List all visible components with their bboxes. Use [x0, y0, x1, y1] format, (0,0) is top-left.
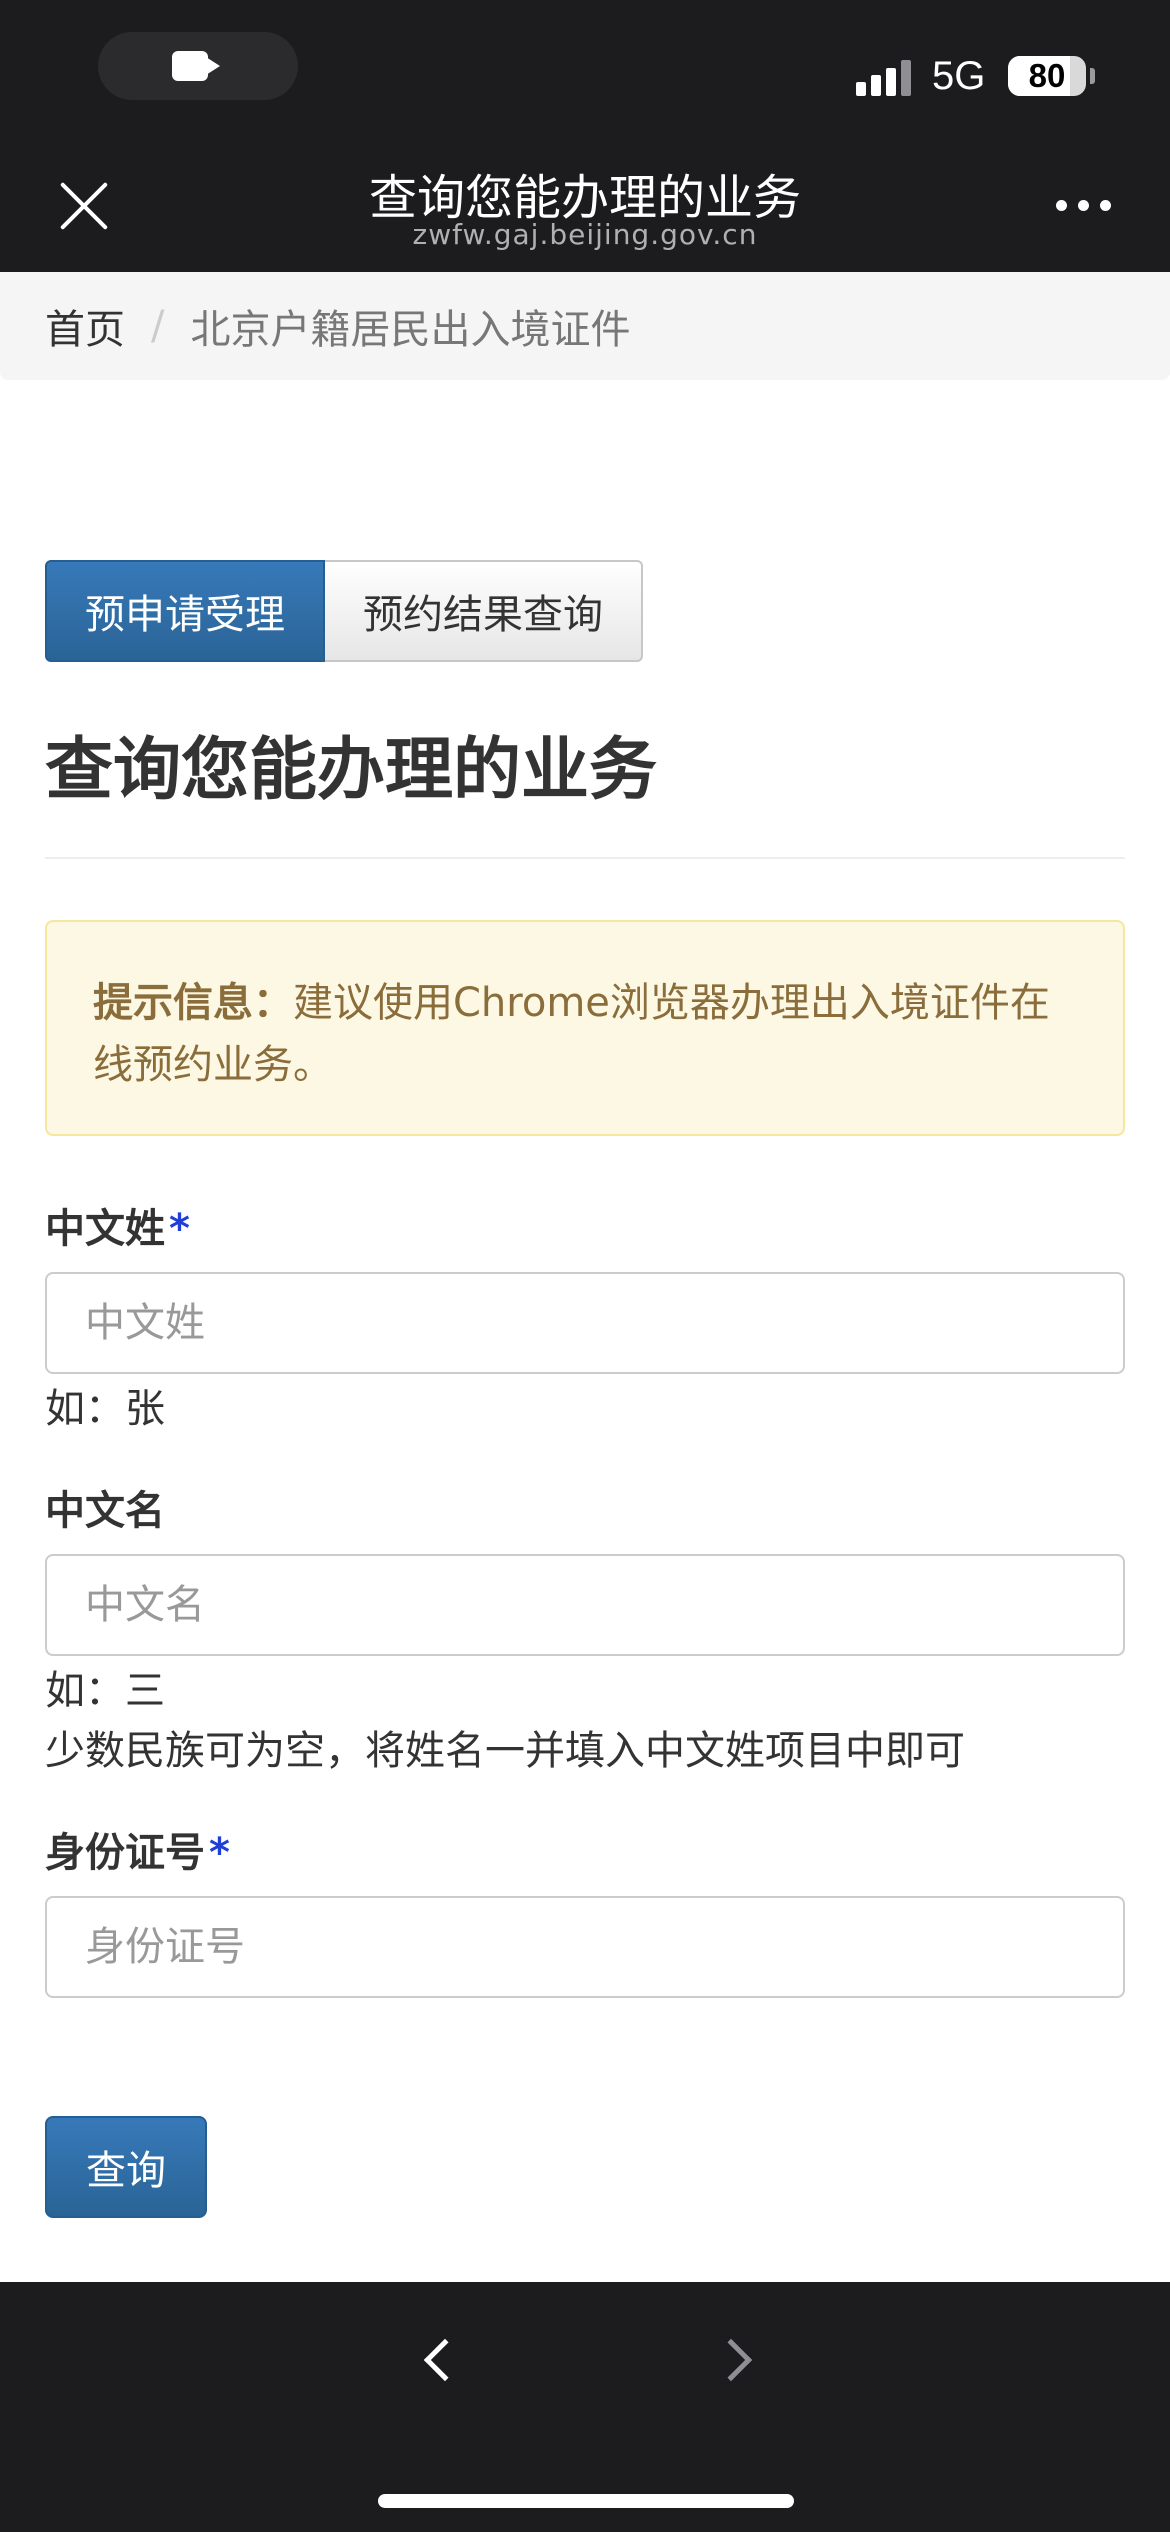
more-options-icon[interactable]: [1056, 200, 1112, 212]
breadcrumb-home-link[interactable]: 首页: [45, 297, 125, 355]
given-name-input[interactable]: [45, 1554, 1125, 1656]
battery-icon: 80: [1008, 56, 1086, 96]
page-title: 查询您能办理的业务: [45, 731, 658, 810]
video-camera-icon: [172, 51, 208, 81]
required-mark: *: [209, 1830, 230, 1876]
forward-chevron-icon[interactable]: [709, 2330, 756, 2390]
id-number-input[interactable]: [45, 1896, 1125, 1998]
alert-title: 提示信息：: [93, 980, 293, 1026]
surname-input[interactable]: [45, 1272, 1125, 1374]
given-name-label: 中文名: [45, 1488, 165, 1534]
cellular-signal-icon: [856, 60, 916, 96]
tab-appointment-result[interactable]: 预约结果查询: [325, 560, 643, 662]
battery-tip: [1090, 68, 1095, 84]
given-name-help: 如：三: [45, 1668, 165, 1714]
tab-group: 预申请受理 预约结果查询: [45, 560, 643, 662]
required-mark: *: [169, 1206, 190, 1252]
breadcrumb-current: 北京户籍居民出入境证件: [190, 307, 631, 353]
breadcrumb: 首页 / 北京户籍居民出入境证件: [0, 272, 1170, 380]
surname-label: 中文姓 *: [45, 1196, 190, 1254]
battery-level: 80: [1028, 57, 1066, 94]
tab-pre-application[interactable]: 预申请受理: [45, 560, 325, 662]
id-number-label: 身份证号 *: [45, 1820, 230, 1878]
id-number-label-text: 身份证号: [45, 1830, 205, 1876]
header-domain: zwfw.gaj.beijing.gov.cn: [412, 218, 758, 251]
home-indicator[interactable]: [378, 2494, 794, 2508]
top-bar: 5G 80 查询您能办理的业务 zwfw.gaj.beijing.gov.cn: [0, 0, 1170, 272]
query-button[interactable]: 查询: [45, 2116, 207, 2218]
given-name-note: 少数民族可为空，将姓名一并填入中文姓项目中即可: [45, 1728, 965, 1774]
surname-help: 如：张: [45, 1386, 165, 1432]
network-type: 5G: [932, 54, 986, 98]
divider: [45, 857, 1125, 859]
breadcrumb-separator: /: [151, 303, 165, 349]
alert-box: 提示信息：建议使用Chrome浏览器办理出入境证件在线预约业务。: [45, 920, 1125, 1136]
surname-label-text: 中文姓: [45, 1206, 165, 1252]
back-chevron-icon[interactable]: [418, 2330, 467, 2390]
